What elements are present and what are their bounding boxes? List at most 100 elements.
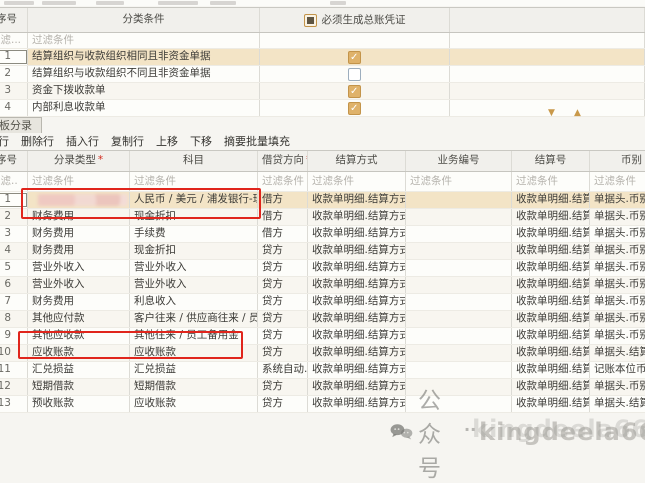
- row-number-cell[interactable]: 3: [0, 83, 28, 99]
- select-all-checkbox[interactable]: [304, 14, 317, 27]
- biz-no-cell[interactable]: [406, 379, 512, 395]
- condition-cell[interactable]: 内部利息收款单: [28, 100, 260, 116]
- row-number-cell[interactable]: 8: [0, 311, 28, 327]
- entry-row[interactable]: 5营业外收入营业外收入贷方收款单明细.结算方式收款单明细.结算号单据头.币别: [0, 260, 645, 277]
- header-condition[interactable]: 分类条件: [28, 8, 260, 32]
- filter-4[interactable]: 过滤条件: [308, 172, 406, 191]
- settle-no-cell[interactable]: 收款单明细.结算号: [512, 294, 590, 310]
- currency-cell[interactable]: 单据头.币别: [590, 379, 645, 395]
- settle-method-cell[interactable]: 收款单明细.结算方式: [308, 192, 406, 208]
- row-number-cell[interactable]: 2: [0, 209, 28, 225]
- entry-type-cell[interactable]: 财务费用: [28, 226, 130, 242]
- entry-type-cell[interactable]: 预收账款: [28, 396, 130, 412]
- move-up-icon[interactable]: ▲: [574, 109, 581, 118]
- biz-no-cell[interactable]: [406, 226, 512, 242]
- header-0[interactable]: 序号: [0, 151, 28, 171]
- account-cell[interactable]: 其他往来 / 员工备用金: [130, 328, 258, 344]
- row-number-cell[interactable]: 10: [0, 345, 28, 361]
- entry-type-cell[interactable]: 财务费用: [28, 294, 130, 310]
- entry-row[interactable]: 7财务费用利息收入贷方收款单明细.结算方式收款单明细.结算号单据头.币别: [0, 294, 645, 311]
- direction-cell[interactable]: 借方: [258, 209, 308, 225]
- settle-no-cell[interactable]: 收款单明细.结算号: [512, 345, 590, 361]
- filter-3[interactable]: 过滤条件: [258, 172, 308, 191]
- row-number-cell[interactable]: 5: [0, 260, 28, 276]
- classification-row[interactable]: 2结算组织与收款组织不同且非资金单据: [0, 66, 645, 83]
- row-number-cell[interactable]: 7: [0, 294, 28, 310]
- direction-cell[interactable]: 贷方: [258, 243, 308, 259]
- row-number-cell[interactable]: 12: [0, 379, 28, 395]
- direction-cell[interactable]: 贷方: [258, 311, 308, 327]
- entry-row[interactable]: 4财务费用现金折扣贷方收款单明细.结算方式收款单明细.结算号单据头.币别: [0, 243, 645, 260]
- classification-row[interactable]: 3资金下拨收款单: [0, 83, 645, 100]
- header-5[interactable]: 业务编号: [406, 151, 512, 171]
- filter-2[interactable]: 过滤条件: [130, 172, 258, 191]
- toolbar-item-2[interactable]: 插入行: [66, 133, 99, 150]
- condition-cell[interactable]: 结算组织与收款组织不同且非资金单据: [28, 66, 260, 82]
- entry-row[interactable]: 3财务费用手续费借方收款单明细.结算方式收款单明细.结算号单据头.币别: [0, 226, 645, 243]
- biz-no-cell[interactable]: [406, 209, 512, 225]
- row-number-cell[interactable]: 6: [0, 277, 28, 293]
- header-4[interactable]: 结算方式: [308, 151, 406, 171]
- currency-cell[interactable]: 单据头.币别: [590, 192, 645, 208]
- row-number-cell[interactable]: 4: [0, 243, 28, 259]
- entry-row[interactable]: 10应收账款应收账款贷方收款单明细.结算方式收款单明细.结算号单据头.结算币别: [0, 345, 645, 362]
- account-cell[interactable]: 营业外收入: [130, 260, 258, 276]
- settle-no-cell[interactable]: 收款单明细.结算号: [512, 328, 590, 344]
- settle-method-cell[interactable]: 收款单明细.结算方式: [308, 260, 406, 276]
- header-1[interactable]: 分录类型*: [28, 151, 130, 171]
- direction-cell[interactable]: 贷方: [258, 294, 308, 310]
- checkbox-checked[interactable]: [348, 102, 361, 115]
- direction-cell[interactable]: 系统自动..: [258, 362, 308, 378]
- settle-no-cell[interactable]: 收款单明细.结算号: [512, 209, 590, 225]
- row-number-cell[interactable]: 11: [0, 362, 28, 378]
- currency-cell[interactable]: 单据头.币别: [590, 260, 645, 276]
- direction-cell[interactable]: 贷方: [258, 328, 308, 344]
- move-down-icon[interactable]: ▼: [548, 109, 555, 118]
- entry-type-cell[interactable]: 其他应收款: [28, 328, 130, 344]
- settle-no-cell[interactable]: 收款单明细.结算号: [512, 277, 590, 293]
- header-no[interactable]: 序号: [0, 8, 28, 32]
- checkbox-checked[interactable]: [348, 85, 361, 98]
- entry-type-cell[interactable]: 营业外收入: [28, 277, 130, 293]
- settle-no-cell[interactable]: 收款单明细.结算号: [512, 226, 590, 242]
- direction-cell[interactable]: 借方: [258, 226, 308, 242]
- entry-row[interactable]: 2财务费用现金折扣借方收款单明细.结算方式收款单明细.结算号单据头.币别: [0, 209, 645, 226]
- entry-row[interactable]: 13预收账款应收账款贷方收款单明细.结算方式收款单明细.结算号单据头.结算币别: [0, 396, 645, 413]
- filter-5[interactable]: 过滤条件: [406, 172, 512, 191]
- must-generate-cell[interactable]: [260, 66, 450, 82]
- toolbar-item-1[interactable]: 删除行: [21, 133, 54, 150]
- entry-type-cell[interactable]: 财务费用: [28, 243, 130, 259]
- filter-0[interactable]: 过滤..: [0, 172, 28, 191]
- entry-type-cell[interactable]: 应收账款: [28, 345, 130, 361]
- entry-row[interactable]: 9其他应收款其他往来 / 员工备用金贷方收款单明细.结算方式收款单明细.结算号单…: [0, 328, 645, 345]
- entry-row[interactable]: 6营业外收入营业外收入贷方收款单明细.结算方式收款单明细.结算号单据头.币别: [0, 277, 645, 294]
- settle-method-cell[interactable]: 收款单明细.结算方式: [308, 396, 406, 412]
- header-3[interactable]: 借贷方向*: [258, 151, 308, 171]
- direction-cell[interactable]: 贷方: [258, 379, 308, 395]
- entry-row[interactable]: 8其他应付款客户往来 / 供应商往来 / 员工..贷方收款单明细.结算方式收款单…: [0, 311, 645, 328]
- filter-must-generate[interactable]: [260, 33, 450, 48]
- toolbar-item-3[interactable]: 复制行: [111, 133, 144, 150]
- must-generate-cell[interactable]: [260, 49, 450, 65]
- settle-method-cell[interactable]: 收款单明细.结算方式: [308, 345, 406, 361]
- condition-cell[interactable]: 资金下拨收款单: [28, 83, 260, 99]
- filter-7[interactable]: 过滤条件: [590, 172, 645, 191]
- direction-cell[interactable]: 借方: [258, 192, 308, 208]
- biz-no-cell[interactable]: [406, 294, 512, 310]
- settle-method-cell[interactable]: 收款单明细.结算方式: [308, 379, 406, 395]
- must-generate-cell[interactable]: [260, 100, 450, 116]
- account-cell[interactable]: 人民币 / 美元 / 浦发银行-珠海..: [130, 192, 258, 208]
- currency-cell[interactable]: 记账本位币: [590, 362, 645, 378]
- checkbox-unchecked[interactable]: [348, 68, 361, 81]
- currency-cell[interactable]: 单据头.币别: [590, 277, 645, 293]
- row-number-cell[interactable]: 4: [0, 100, 28, 116]
- account-cell[interactable]: 汇兑损益: [130, 362, 258, 378]
- currency-cell[interactable]: 单据头.结算币别: [590, 345, 645, 361]
- currency-cell[interactable]: 单据头.币别: [590, 243, 645, 259]
- settle-method-cell[interactable]: 收款单明细.结算方式: [308, 226, 406, 242]
- biz-no-cell[interactable]: [406, 311, 512, 327]
- biz-no-cell[interactable]: [406, 396, 512, 412]
- settle-no-cell[interactable]: 收款单明细.结算号: [512, 362, 590, 378]
- account-cell[interactable]: 利息收入: [130, 294, 258, 310]
- account-cell[interactable]: 手续费: [130, 226, 258, 242]
